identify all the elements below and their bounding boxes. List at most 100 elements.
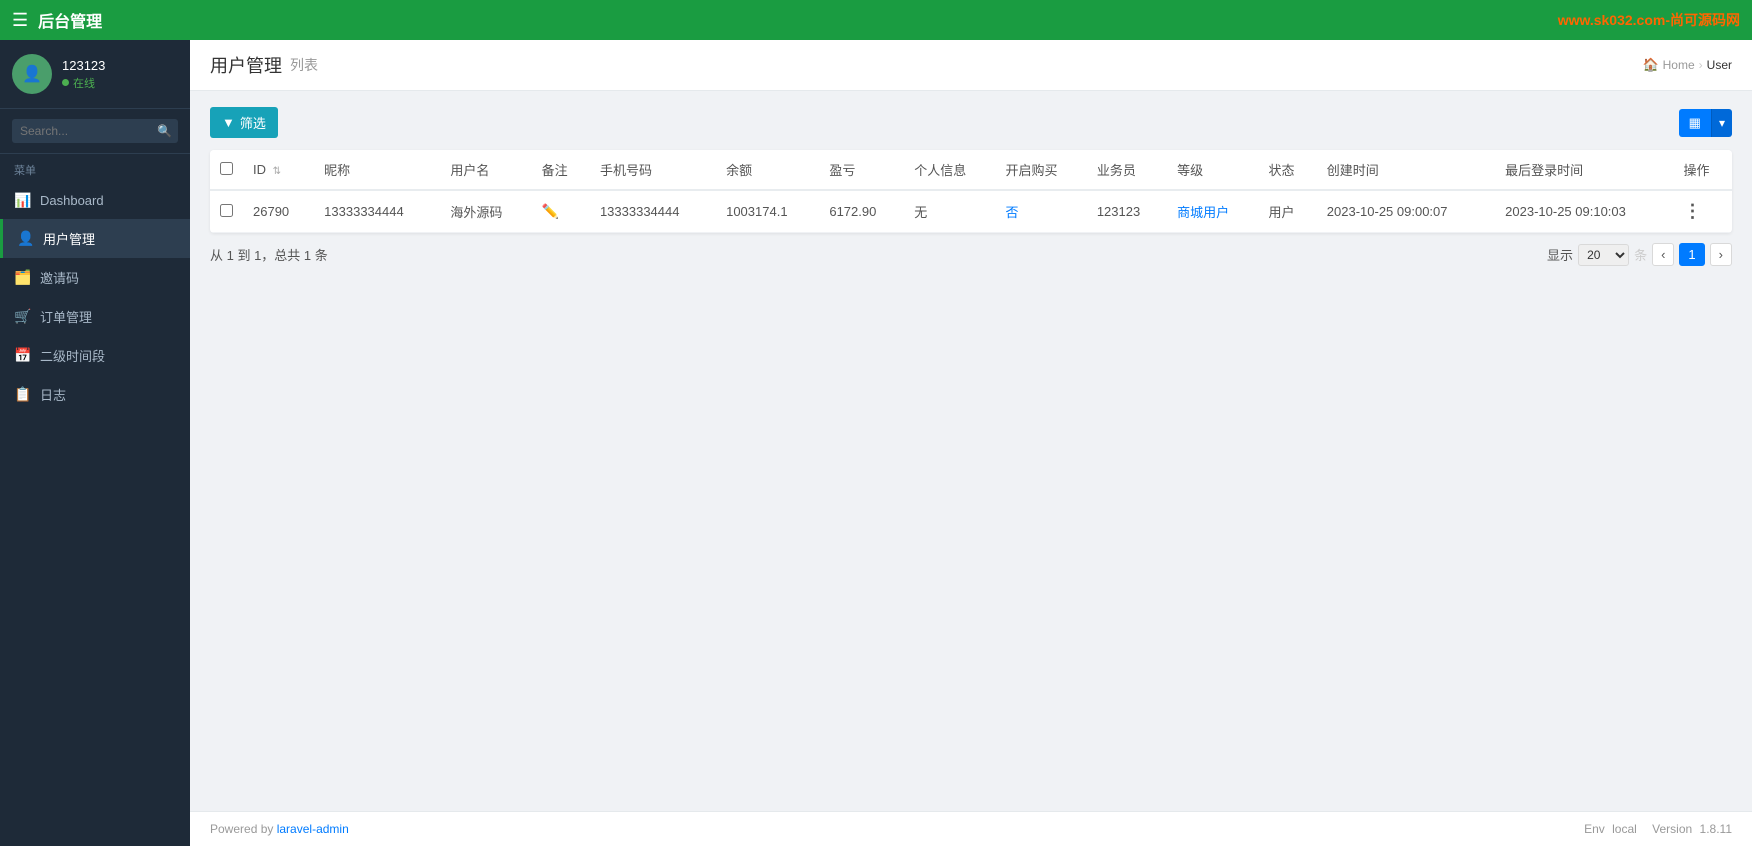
user-status: 在线 xyxy=(62,75,105,91)
col-salesperson: 业务员 xyxy=(1087,150,1167,190)
col-balance: 余额 xyxy=(716,150,819,190)
cell-username: 海外源码 xyxy=(440,190,531,233)
cell-balance: 1003174.1 xyxy=(716,190,819,233)
cell-id: 26790 xyxy=(243,190,314,233)
sort-icon: ⇅ xyxy=(273,166,281,177)
next-page-button[interactable]: › xyxy=(1710,243,1732,266)
sidebar-search-section: 🔍 xyxy=(0,109,190,154)
cell-nickname: 13333334444 xyxy=(314,190,440,233)
status-label: 在线 xyxy=(73,75,95,91)
footer: Powered by laravel-admin Env local Versi… xyxy=(190,811,1752,846)
select-all-checkbox[interactable] xyxy=(220,162,233,175)
sidebar-item-label: 用户管理 xyxy=(43,229,95,248)
col-created-at: 创建时间 xyxy=(1317,150,1495,190)
dashboard-icon: 📊 xyxy=(14,192,32,209)
sidebar-item-dashboard[interactable]: 📊 Dashboard xyxy=(0,182,190,219)
cell-remark: ✏️ xyxy=(532,190,590,233)
col-username: 用户名 xyxy=(440,150,531,190)
page-title: 用户管理 xyxy=(210,52,282,78)
sidebar-item-label: 二级时间段 xyxy=(40,346,105,365)
breadcrumb-separator: › xyxy=(1699,58,1703,72)
col-level: 等级 xyxy=(1167,150,1258,190)
row-checkbox[interactable] xyxy=(220,204,233,217)
avatar: 👤 xyxy=(12,54,52,94)
laravel-admin-link[interactable]: laravel-admin xyxy=(277,822,349,836)
sidebar-item-invite-code[interactable]: 🗂️ 邀请码 xyxy=(0,258,190,297)
filter-button[interactable]: ▼ 筛选 xyxy=(210,107,278,138)
cell-last-login: 2023-10-25 09:10:03 xyxy=(1495,190,1673,233)
action-menu-icon[interactable]: ⋮ xyxy=(1684,201,1702,221)
search-input[interactable] xyxy=(12,119,178,143)
env-value: local xyxy=(1612,822,1637,836)
prev-page-button[interactable]: ‹ xyxy=(1652,243,1674,266)
sidebar-item-label: 订单管理 xyxy=(40,307,92,326)
breadcrumb-current: User xyxy=(1707,58,1732,72)
table-header-row: ID ⇅ 昵称 用户名 备注 手机号码 余额 盈亏 个人信息 开启购买 业务员 xyxy=(210,150,1732,190)
cell-level: 商城用户 xyxy=(1167,190,1258,233)
cell-personal-info: 无 xyxy=(904,190,995,233)
cell-salesperson: 123123 xyxy=(1087,190,1167,233)
version-label: Version xyxy=(1652,822,1692,836)
col-last-login: 最后登录时间 xyxy=(1495,150,1673,190)
sidebar: 👤 123123 在线 🔍 菜单 📊 Dashboard 👤 用户管理 xyxy=(0,40,190,846)
app-title: 后台管理 xyxy=(38,8,102,32)
col-personal-info: 个人信息 xyxy=(904,150,995,190)
pagination-summary: 从 1 到 1，总共 1 条 xyxy=(210,245,328,264)
sidebar-item-order-manage[interactable]: 🛒 订单管理 xyxy=(0,297,190,336)
hamburger-icon[interactable]: ☰ xyxy=(12,10,28,31)
calendar-icon: 📅 xyxy=(14,347,32,364)
content-body: ▼ 筛选 ▦ ▾ xyxy=(190,91,1752,811)
sidebar-item-label: Dashboard xyxy=(40,193,104,208)
columns-icon: ▦ xyxy=(1689,115,1701,130)
log-icon: 📋 xyxy=(14,386,32,403)
col-phone: 手机号码 xyxy=(590,150,716,190)
cell-created-at: 2023-10-25 09:00:07 xyxy=(1317,190,1495,233)
pagination-bar: 从 1 到 1，总共 1 条 显示 20 10 50 100 条 ‹ 1 › xyxy=(210,233,1732,270)
home-icon: 🏠 xyxy=(1642,57,1658,73)
sidebar-item-logs[interactable]: 📋 日志 xyxy=(0,375,190,414)
env-label: Env xyxy=(1584,822,1605,836)
table-row: 26790 13333334444 海外源码 ✏️ 13333334444 10… xyxy=(210,190,1732,233)
sidebar-user-section: 👤 123123 在线 xyxy=(0,40,190,109)
footer-left: Powered by laravel-admin xyxy=(210,822,349,836)
status-dot xyxy=(62,79,69,86)
current-page-button[interactable]: 1 xyxy=(1679,243,1704,266)
title-area: 用户管理 列表 xyxy=(210,52,318,78)
col-profit-loss: 盈亏 xyxy=(819,150,904,190)
main-content: 用户管理 列表 🏠 Home › User ▼ 筛选 ▦ xyxy=(190,40,1752,846)
data-table-wrapper: ID ⇅ 昵称 用户名 备注 手机号码 余额 盈亏 个人信息 开启购买 业务员 xyxy=(210,150,1732,233)
cell-status: 用户 xyxy=(1258,190,1316,233)
search-icon: 🔍 xyxy=(157,124,172,138)
col-id: ID ⇅ xyxy=(243,150,314,190)
sidebar-item-time-period[interactable]: 📅 二级时间段 xyxy=(0,336,190,375)
powered-by-label: Powered by xyxy=(210,822,273,836)
sidebar-username: 123123 xyxy=(62,58,105,73)
row-checkbox-cell xyxy=(210,190,243,233)
edit-icon[interactable]: ✏️ xyxy=(542,203,559,219)
open-purchase-link[interactable]: 否 xyxy=(1006,205,1019,220)
columns-caret-button[interactable]: ▾ xyxy=(1711,109,1732,137)
breadcrumb-home-link[interactable]: Home xyxy=(1663,58,1695,72)
caret-down-icon: ▾ xyxy=(1719,116,1725,130)
col-nickname: 昵称 xyxy=(314,150,440,190)
level-link[interactable]: 商城用户 xyxy=(1177,205,1229,220)
layout: 👤 123123 在线 🔍 菜单 📊 Dashboard 👤 用户管理 xyxy=(0,40,1752,846)
col-open-purchase: 开启购买 xyxy=(996,150,1087,190)
breadcrumb: 🏠 Home › User xyxy=(1642,57,1732,73)
page-subtitle: 列表 xyxy=(290,55,318,75)
version-value: 1.8.11 xyxy=(1700,822,1732,836)
col-actions: 操作 xyxy=(1674,150,1732,190)
user-icon: 👤 xyxy=(17,230,35,247)
filter-bar: ▼ 筛选 ▦ ▾ xyxy=(210,107,1732,138)
columns-button[interactable]: ▦ xyxy=(1679,109,1711,137)
sidebar-section-label: 菜单 xyxy=(0,154,190,182)
watermark: www.sk032.com-尚可源码网 xyxy=(1558,10,1740,30)
sidebar-item-label: 邀请码 xyxy=(40,268,79,287)
user-info: 123123 在线 xyxy=(62,58,105,91)
pagination-controls: 显示 20 10 50 100 条 ‹ 1 › xyxy=(1547,243,1732,266)
page-size-label: 显示 xyxy=(1547,245,1573,264)
sidebar-item-user-manage[interactable]: 👤 用户管理 xyxy=(0,219,190,258)
cell-phone: 13333334444 xyxy=(590,190,716,233)
sidebar-item-label: 日志 xyxy=(40,385,66,404)
page-size-select[interactable]: 20 10 50 100 xyxy=(1578,244,1629,266)
